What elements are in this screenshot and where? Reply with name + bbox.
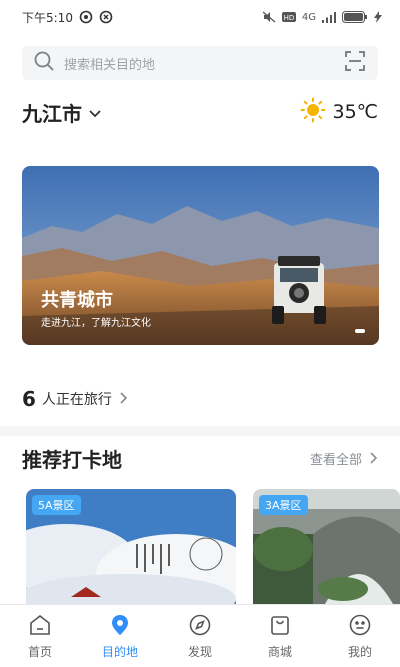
tab-discover[interactable]: 发现 <box>160 605 240 667</box>
checkin-card[interactable]: 3A景区 <box>253 489 400 604</box>
status-right: HD 4G 100 <box>262 11 382 23</box>
location-row: 九江市 35℃ <box>22 96 378 128</box>
tab-label: 商城 <box>267 644 292 659</box>
network-type: 4G <box>301 11 316 23</box>
tab-label: 目的地 <box>101 644 138 659</box>
tab-profile[interactable]: 我的 <box>320 605 400 667</box>
notification-icon <box>99 10 113 24</box>
checkin-card[interactable]: 5A景区 <box>26 489 236 604</box>
chevron-right-icon <box>118 390 128 409</box>
section-title: 推荐打卡地 <box>22 447 122 472</box>
status-bar: 下午5:10 HD 4G 100 <box>0 0 400 34</box>
sun-icon <box>300 97 326 128</box>
tab-shop[interactable]: 商城 <box>240 605 320 667</box>
weather: 35℃ <box>300 97 378 128</box>
bottom-tab-bar: 首页 目的地 发现 商城 我的 <box>0 604 400 667</box>
charging-icon <box>374 11 382 23</box>
banner-title: 共青城市 <box>41 290 113 311</box>
mute-icon <box>262 11 276 23</box>
battery-icon <box>342 11 368 23</box>
tab-label: 首页 <box>27 644 52 659</box>
carousel-indicator <box>355 329 365 333</box>
chevron-down-icon <box>88 100 102 124</box>
notification-icon <box>79 10 93 24</box>
temperature: 35℃ <box>332 101 378 123</box>
tab-label: 发现 <box>187 644 212 659</box>
traveler-count: 6 <box>22 387 36 411</box>
scenic-level-badge: 3A景区 <box>259 495 308 515</box>
shop-icon <box>271 615 289 635</box>
chevron-right-icon <box>370 452 378 464</box>
traveler-text: 人正在旅行 <box>41 392 112 408</box>
section-divider <box>0 426 400 436</box>
travelers-row[interactable]: 6 人正在旅行 <box>22 384 128 414</box>
compass-icon <box>189 614 211 635</box>
see-all-label: 查看全部 <box>309 452 362 468</box>
search-icon <box>34 51 54 75</box>
scan-icon[interactable] <box>344 50 366 76</box>
city-name: 九江市 <box>22 101 82 126</box>
home-icon <box>30 614 50 635</box>
tab-destination[interactable]: 目的地 <box>80 605 160 667</box>
signal-icon <box>322 11 336 23</box>
see-all-link[interactable]: 查看全部 <box>310 449 378 468</box>
status-left: 下午5:10 <box>22 9 113 26</box>
section-header: 推荐打卡地 查看全部 <box>22 436 378 480</box>
search-input[interactable]: 搜索相关目的地 <box>64 54 344 73</box>
scenic-level-badge: 5A景区 <box>32 495 81 515</box>
tab-home[interactable]: 首页 <box>0 605 80 667</box>
city-selector[interactable]: 九江市 <box>22 98 102 127</box>
search-bar[interactable]: 搜索相关目的地 <box>22 46 378 80</box>
banner-subtitle: 走进九江，了解九江文化 <box>41 318 151 329</box>
location-pin-icon <box>112 614 128 635</box>
svg-text:HD: HD <box>284 14 295 22</box>
tab-label: 我的 <box>347 644 372 659</box>
hd-icon: HD <box>281 12 296 22</box>
status-time: 下午5:10 <box>22 10 73 25</box>
hero-banner[interactable]: 共青城市 走进九江，了解九江文化 <box>22 166 379 345</box>
profile-icon <box>349 614 371 635</box>
